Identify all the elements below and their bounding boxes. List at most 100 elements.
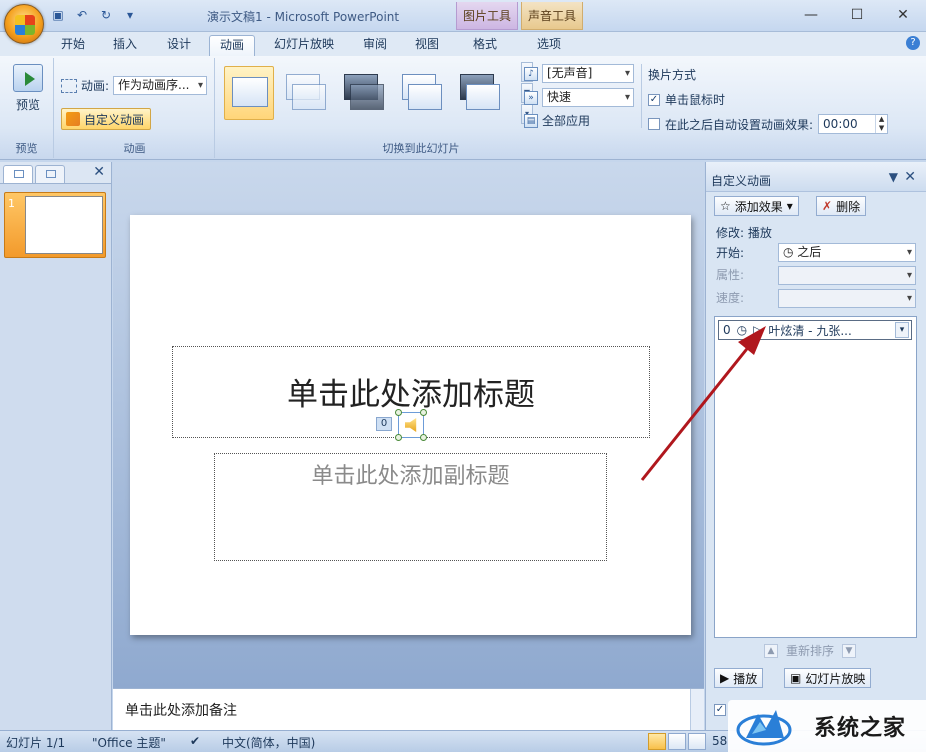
sound-combo[interactable]: [无声音] <box>542 64 634 83</box>
play-triangle-icon: ▷ <box>753 323 763 337</box>
redo-icon[interactable]: ↻ <box>98 7 114 23</box>
group-transition: ▲ ▼ ▾ ♪[无声音] »快速 ▤全部应用 换片方式 ✓单击鼠标时 在此之后自… <box>216 58 898 158</box>
custom-animation-icon <box>66 112 80 126</box>
minimize-button[interactable]: — <box>788 0 834 30</box>
sorter-view-button[interactable] <box>668 733 686 750</box>
slide-editing-area: 单击此处添加标题 单击此处添加副标题 0 <box>113 162 704 688</box>
sound-object[interactable] <box>395 409 427 441</box>
undo-icon[interactable]: ↶ <box>74 7 90 23</box>
tab-animations[interactable]: 动画 <box>209 35 255 56</box>
outline-tab[interactable] <box>35 165 65 183</box>
reorder-controls: ▲ 重新排序 ▼ <box>764 642 857 659</box>
notes-pane[interactable]: 单击此处添加备注 <box>113 688 704 731</box>
group-animations: 动画: 作为动画序... 自定义动画 动画 <box>55 58 215 158</box>
view-buttons <box>648 733 706 750</box>
watermark-logo-icon <box>736 710 792 746</box>
maximize-button[interactable]: ☐ <box>834 0 880 30</box>
animation-combo[interactable]: 作为动画序... <box>113 76 208 95</box>
office-button[interactable] <box>4 4 44 44</box>
transition-options: ♪ [无声音] » 快速 ▤全部应用 <box>524 64 634 129</box>
slides-tab[interactable] <box>3 165 33 183</box>
tab-view[interactable]: 视图 <box>404 35 450 56</box>
pane-menu-icon[interactable]: ▼ <box>889 170 898 184</box>
zoom-level: 58 <box>712 734 728 748</box>
group-preview: 预览 预览 <box>0 58 54 158</box>
save-icon[interactable]: ▣ <box>50 7 66 23</box>
tab-slideshow[interactable]: 幻灯片放映 <box>262 35 346 56</box>
on-click-checkbox[interactable]: ✓ <box>648 93 660 106</box>
notes-scrollbar[interactable] <box>690 689 704 731</box>
add-effect-button[interactable]: ☆ 添加效果 ▾ <box>714 196 799 216</box>
spellcheck-icon[interactable]: ✔ <box>190 734 200 748</box>
close-button[interactable]: ✕ <box>880 0 926 30</box>
speaker-icon <box>405 418 417 432</box>
apply-all-button[interactable]: ▤ 全部应用 <box>524 112 634 129</box>
star-icon: ☆ <box>720 199 731 213</box>
tab-review[interactable]: 审阅 <box>352 35 398 56</box>
move-down-icon: ▼ <box>842 643 857 658</box>
preview-icon <box>13 64 43 92</box>
list-item[interactable]: 0 ◷ ▷ 叶炫清 - 九张... ▾ <box>718 320 912 340</box>
subtitle-placeholder[interactable]: 单击此处添加副标题 <box>214 453 607 561</box>
window-title: 演示文稿1 - Microsoft PowerPoint <box>207 10 400 24</box>
watermark-text: 系统之家 <box>814 716 907 741</box>
auto-time-spinner[interactable]: 00:00 ▲ ▼ <box>818 114 889 134</box>
tab-insert[interactable]: 插入 <box>102 35 148 56</box>
slide-count: 幻灯片 1/1 <box>6 736 66 750</box>
speed-combo[interactable]: 快速 <box>542 88 634 107</box>
tab-design[interactable]: 设计 <box>156 35 202 56</box>
customize-qat-icon[interactable]: ▾ <box>122 7 138 23</box>
title-bar: ▣ ↶ ↻ ▾ 演示文稿1 - Microsoft PowerPoint 图片工… <box>0 0 926 32</box>
custom-animation-pane: 自定义动画 ▼ ✕ ☆添加效果▾ ✗删除 修改: 播放 开始: ◷ 之后 属性:… <box>705 162 926 730</box>
slideshow-button[interactable]: ▣ 幻灯片放映 <box>784 668 872 688</box>
language: 中文(简体，中国) <box>222 736 316 750</box>
speed-combo-pane <box>778 289 916 308</box>
quick-access-toolbar: ▣ ↶ ↻ ▾ <box>50 7 138 23</box>
clock-icon: ◷ <box>736 323 748 337</box>
ribbon: 预览 预览 动画: 作为动画序... 自定义动画 动画 <box>0 56 926 160</box>
animation-order-tag: 0 <box>376 417 392 431</box>
sound-icon: ♪ <box>524 66 538 81</box>
ribbon-tab-row: 开始 插入 设计 动画 幻灯片放映 审阅 视图 格式 选项 ? <box>0 32 926 56</box>
slide-canvas: 单击此处添加标题 单击此处添加副标题 0 <box>130 215 691 635</box>
animation-list: 0 ◷ ▷ 叶炫清 - 九张... ▾ <box>714 316 917 638</box>
transition-fade-black[interactable] <box>340 66 390 120</box>
transition-none[interactable] <box>224 66 274 120</box>
tab-home[interactable]: 开始 <box>50 35 96 56</box>
item-dropdown-icon[interactable]: ▾ <box>895 322 909 338</box>
advance-slide-options: 换片方式 ✓ 单击鼠标时 在此之后自动设置动画效果: 00:00 ▲ ▼ <box>648 66 889 134</box>
play-button[interactable]: ▶ 播放 <box>714 668 764 688</box>
remove-icon: ✗ <box>822 199 833 213</box>
auto-after-checkbox[interactable] <box>648 118 660 130</box>
preview-button[interactable]: 预览 <box>6 64 50 113</box>
modify-label: 修改: 播放 <box>716 226 772 240</box>
transition-gallery <box>220 62 520 128</box>
tab-options[interactable]: 选项 <box>526 35 572 56</box>
context-header-picture-tools: 图片工具 <box>456 2 518 30</box>
tab-format[interactable]: 格式 <box>462 35 508 56</box>
property-combo <box>778 266 916 285</box>
window-controls: — ☐ ✕ <box>788 0 926 30</box>
slides-tab-icon <box>14 170 24 178</box>
animation-icon <box>61 78 77 93</box>
animation-row: 动画: 作为动画序... <box>61 76 208 95</box>
normal-view-button[interactable] <box>648 733 666 750</box>
transition-fade-smooth[interactable] <box>282 66 332 120</box>
transition-cut[interactable] <box>398 66 448 120</box>
autopreview-checkbox[interactable]: ✓ <box>714 704 726 716</box>
remove-button[interactable]: ✗ 删除 <box>816 196 867 216</box>
slide-thumbnail <box>25 196 103 254</box>
clock-icon: ◷ <box>783 245 798 259</box>
theme-name: "Office 主题" <box>92 736 166 750</box>
speed-icon: » <box>524 90 538 105</box>
slide-thumbnail-selected[interactable]: 1 <box>4 192 106 258</box>
help-icon[interactable]: ? <box>906 36 920 50</box>
outline-tab-icon <box>46 170 56 178</box>
start-combo[interactable]: ◷ 之后 <box>778 243 916 262</box>
close-pane-icon[interactable]: ✕ <box>93 164 105 180</box>
office-logo-icon <box>15 15 35 35</box>
pane-close-icon[interactable]: ✕ <box>904 169 916 185</box>
custom-animation-button[interactable]: 自定义动画 <box>61 108 152 130</box>
transition-cut-black[interactable] <box>456 66 506 120</box>
slideshow-view-button[interactable] <box>688 733 706 750</box>
